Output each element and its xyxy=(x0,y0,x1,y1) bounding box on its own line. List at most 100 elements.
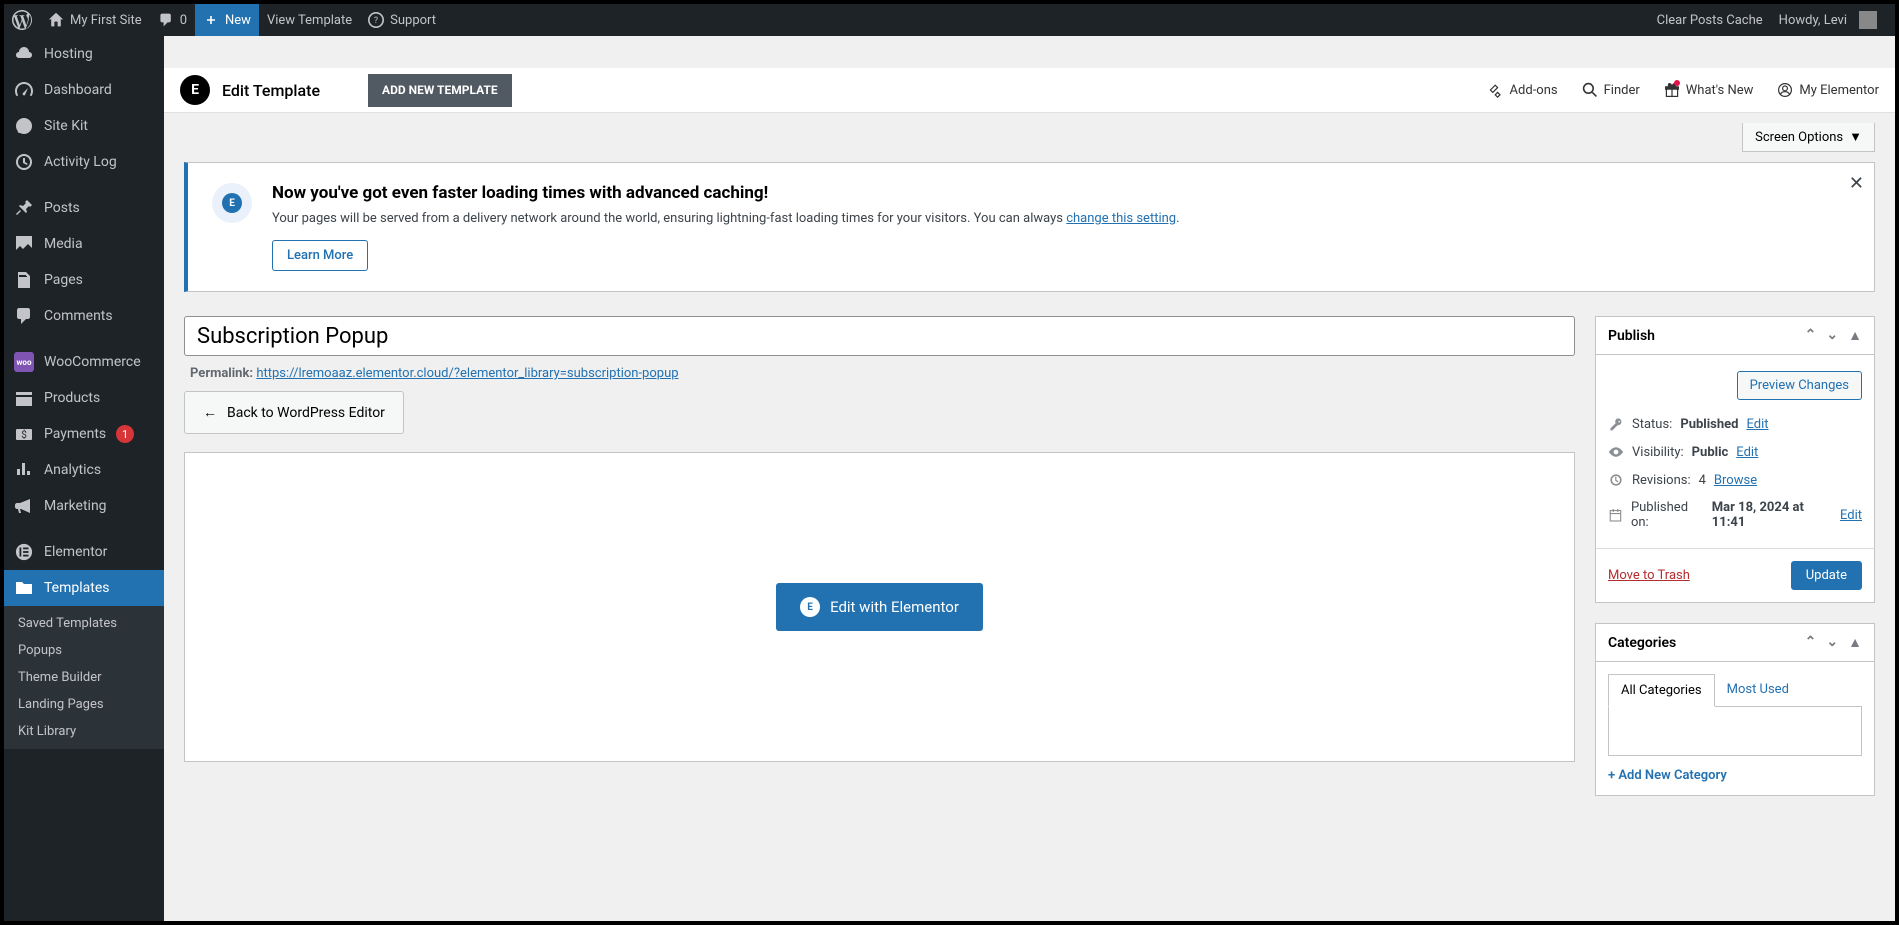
caret-up-icon[interactable]: ▲ xyxy=(1848,634,1862,651)
submenu-theme-builder[interactable]: Theme Builder xyxy=(4,664,164,691)
cloud-icon xyxy=(14,44,34,64)
edit-status-link[interactable]: Edit xyxy=(1746,417,1768,432)
publish-heading: Publish xyxy=(1608,328,1655,344)
move-to-trash-link[interactable]: Move to Trash xyxy=(1608,568,1690,583)
comments-count: 0 xyxy=(180,13,187,28)
learn-more-button[interactable]: Learn More xyxy=(272,240,368,271)
menu-woocommerce[interactable]: wooWooCommerce xyxy=(4,344,164,380)
addons-link[interactable]: Add-ons xyxy=(1488,82,1558,98)
add-new-category-link[interactable]: + Add New Category xyxy=(1608,756,1727,783)
submenu-kit-library[interactable]: Kit Library xyxy=(4,718,164,745)
add-new-template-button[interactable]: ADD NEW TEMPLATE xyxy=(368,74,512,107)
update-button[interactable]: Update xyxy=(1791,561,1862,590)
elementor-icon: E xyxy=(800,597,820,617)
sitekit-icon xyxy=(14,116,34,136)
menu-activitylog[interactable]: Activity Log xyxy=(4,144,164,180)
wordpress-icon xyxy=(12,10,32,30)
chevron-down-icon[interactable]: ⌄ xyxy=(1826,634,1838,651)
comments-link[interactable]: 0 xyxy=(150,4,195,36)
wp-logo[interactable] xyxy=(4,4,40,36)
products-icon xyxy=(14,388,34,408)
chevron-up-icon[interactable]: ⌃ xyxy=(1805,634,1817,651)
elementor-icon xyxy=(14,542,34,562)
edit-published-link[interactable]: Edit xyxy=(1840,508,1862,523)
editor-area: EEdit with Elementor xyxy=(184,452,1575,762)
edit-visibility-link[interactable]: Edit xyxy=(1736,445,1758,460)
permalink-url[interactable]: https://lremoaaz.elementor.cloud/?elemen… xyxy=(256,366,678,381)
finder-link[interactable]: Finder xyxy=(1582,82,1640,98)
avatar xyxy=(1859,11,1877,29)
notice-body: Your pages will be served from a deliver… xyxy=(272,211,1180,226)
site-name-link[interactable]: My First Site xyxy=(40,4,150,36)
categories-heading: Categories xyxy=(1608,635,1676,651)
menu-media[interactable]: Media xyxy=(4,226,164,262)
user-icon xyxy=(1777,82,1793,98)
notice-icon: E xyxy=(212,183,252,223)
clock-icon xyxy=(14,152,34,172)
admin-bar: My First Site 0 New View Template ?Suppo… xyxy=(4,4,1895,36)
preview-changes-button[interactable]: Preview Changes xyxy=(1737,371,1862,400)
view-template-link[interactable]: View Template xyxy=(259,4,360,36)
pages-icon xyxy=(14,270,34,290)
menu-products[interactable]: Products xyxy=(4,380,164,416)
menu-dashboard[interactable]: Dashboard xyxy=(4,72,164,108)
clear-cache-link[interactable]: Clear Posts Cache xyxy=(1649,4,1771,36)
new-text: New xyxy=(225,13,251,28)
submenu-landing-pages[interactable]: Landing Pages xyxy=(4,691,164,718)
admin-sidebar: Hosting Dashboard Site Kit Activity Log … xyxy=(4,36,164,921)
site-name-text: My First Site xyxy=(70,13,142,28)
template-title-input[interactable] xyxy=(184,316,1575,356)
woo-icon: woo xyxy=(14,352,34,372)
folder-icon xyxy=(14,578,34,598)
chevron-up-icon[interactable]: ⌃ xyxy=(1805,327,1817,344)
menu-templates[interactable]: Templates xyxy=(4,570,164,606)
menu-marketing[interactable]: Marketing xyxy=(4,488,164,524)
menu-payments[interactable]: $Payments1 xyxy=(4,416,164,452)
menu-elementor[interactable]: Elementor xyxy=(4,534,164,570)
submenu-saved-templates[interactable]: Saved Templates xyxy=(4,610,164,637)
tab-most-used[interactable]: Most Used xyxy=(1715,674,1801,707)
search-icon xyxy=(1582,82,1598,98)
arrow-left-icon: ← xyxy=(203,404,217,421)
dashboard-icon xyxy=(14,80,34,100)
eye-icon xyxy=(1608,444,1624,460)
comment-icon xyxy=(158,12,174,28)
pin-icon xyxy=(14,198,34,218)
templates-submenu: Saved Templates Popups Theme Builder Lan… xyxy=(4,606,164,749)
browse-revisions-link[interactable]: Browse xyxy=(1714,473,1757,488)
whats-new-link[interactable]: What's New xyxy=(1664,82,1754,98)
plugin-icon xyxy=(1488,82,1504,98)
back-to-wp-editor-button[interactable]: ←Back to WordPress Editor xyxy=(184,391,404,434)
menu-sitekit[interactable]: Site Kit xyxy=(4,108,164,144)
notification-dot xyxy=(1674,80,1680,86)
menu-pages[interactable]: Pages xyxy=(4,262,164,298)
menu-hosting[interactable]: Hosting xyxy=(4,36,164,72)
analytics-icon xyxy=(14,460,34,480)
edit-with-elementor-button[interactable]: EEdit with Elementor xyxy=(776,583,983,631)
menu-analytics[interactable]: Analytics xyxy=(4,452,164,488)
home-icon xyxy=(48,12,64,28)
change-setting-link[interactable]: change this setting xyxy=(1066,211,1176,226)
page-header: E Edit Template ADD NEW TEMPLATE Add-ons… xyxy=(164,68,1895,113)
chevron-down-icon[interactable]: ⌄ xyxy=(1826,327,1838,344)
categories-list xyxy=(1608,706,1862,756)
elementor-logo: E xyxy=(180,75,210,105)
page-title: Edit Template xyxy=(222,81,320,100)
submenu-popups[interactable]: Popups xyxy=(4,637,164,664)
chevron-down-icon: ▼ xyxy=(1849,129,1862,145)
my-elementor-link[interactable]: My Elementor xyxy=(1777,82,1879,98)
calendar-icon xyxy=(1608,507,1623,523)
payments-badge: 1 xyxy=(116,425,134,443)
screen-options-button[interactable]: Screen Options ▼ xyxy=(1742,123,1875,152)
caret-up-icon[interactable]: ▲ xyxy=(1848,327,1862,344)
howdy-link[interactable]: Howdy, Levi xyxy=(1771,4,1885,36)
comments-icon xyxy=(14,306,34,326)
menu-posts[interactable]: Posts xyxy=(4,190,164,226)
support-link[interactable]: ?Support xyxy=(360,4,444,36)
new-link[interactable]: New xyxy=(195,4,259,36)
revisions-icon xyxy=(1608,472,1624,488)
tab-all-categories[interactable]: All Categories xyxy=(1608,674,1715,707)
menu-comments[interactable]: Comments xyxy=(4,298,164,334)
categories-metabox: Categories ⌃ ⌄ ▲ All Categories Most Use… xyxy=(1595,623,1875,796)
close-icon[interactable]: ✕ xyxy=(1849,173,1864,194)
